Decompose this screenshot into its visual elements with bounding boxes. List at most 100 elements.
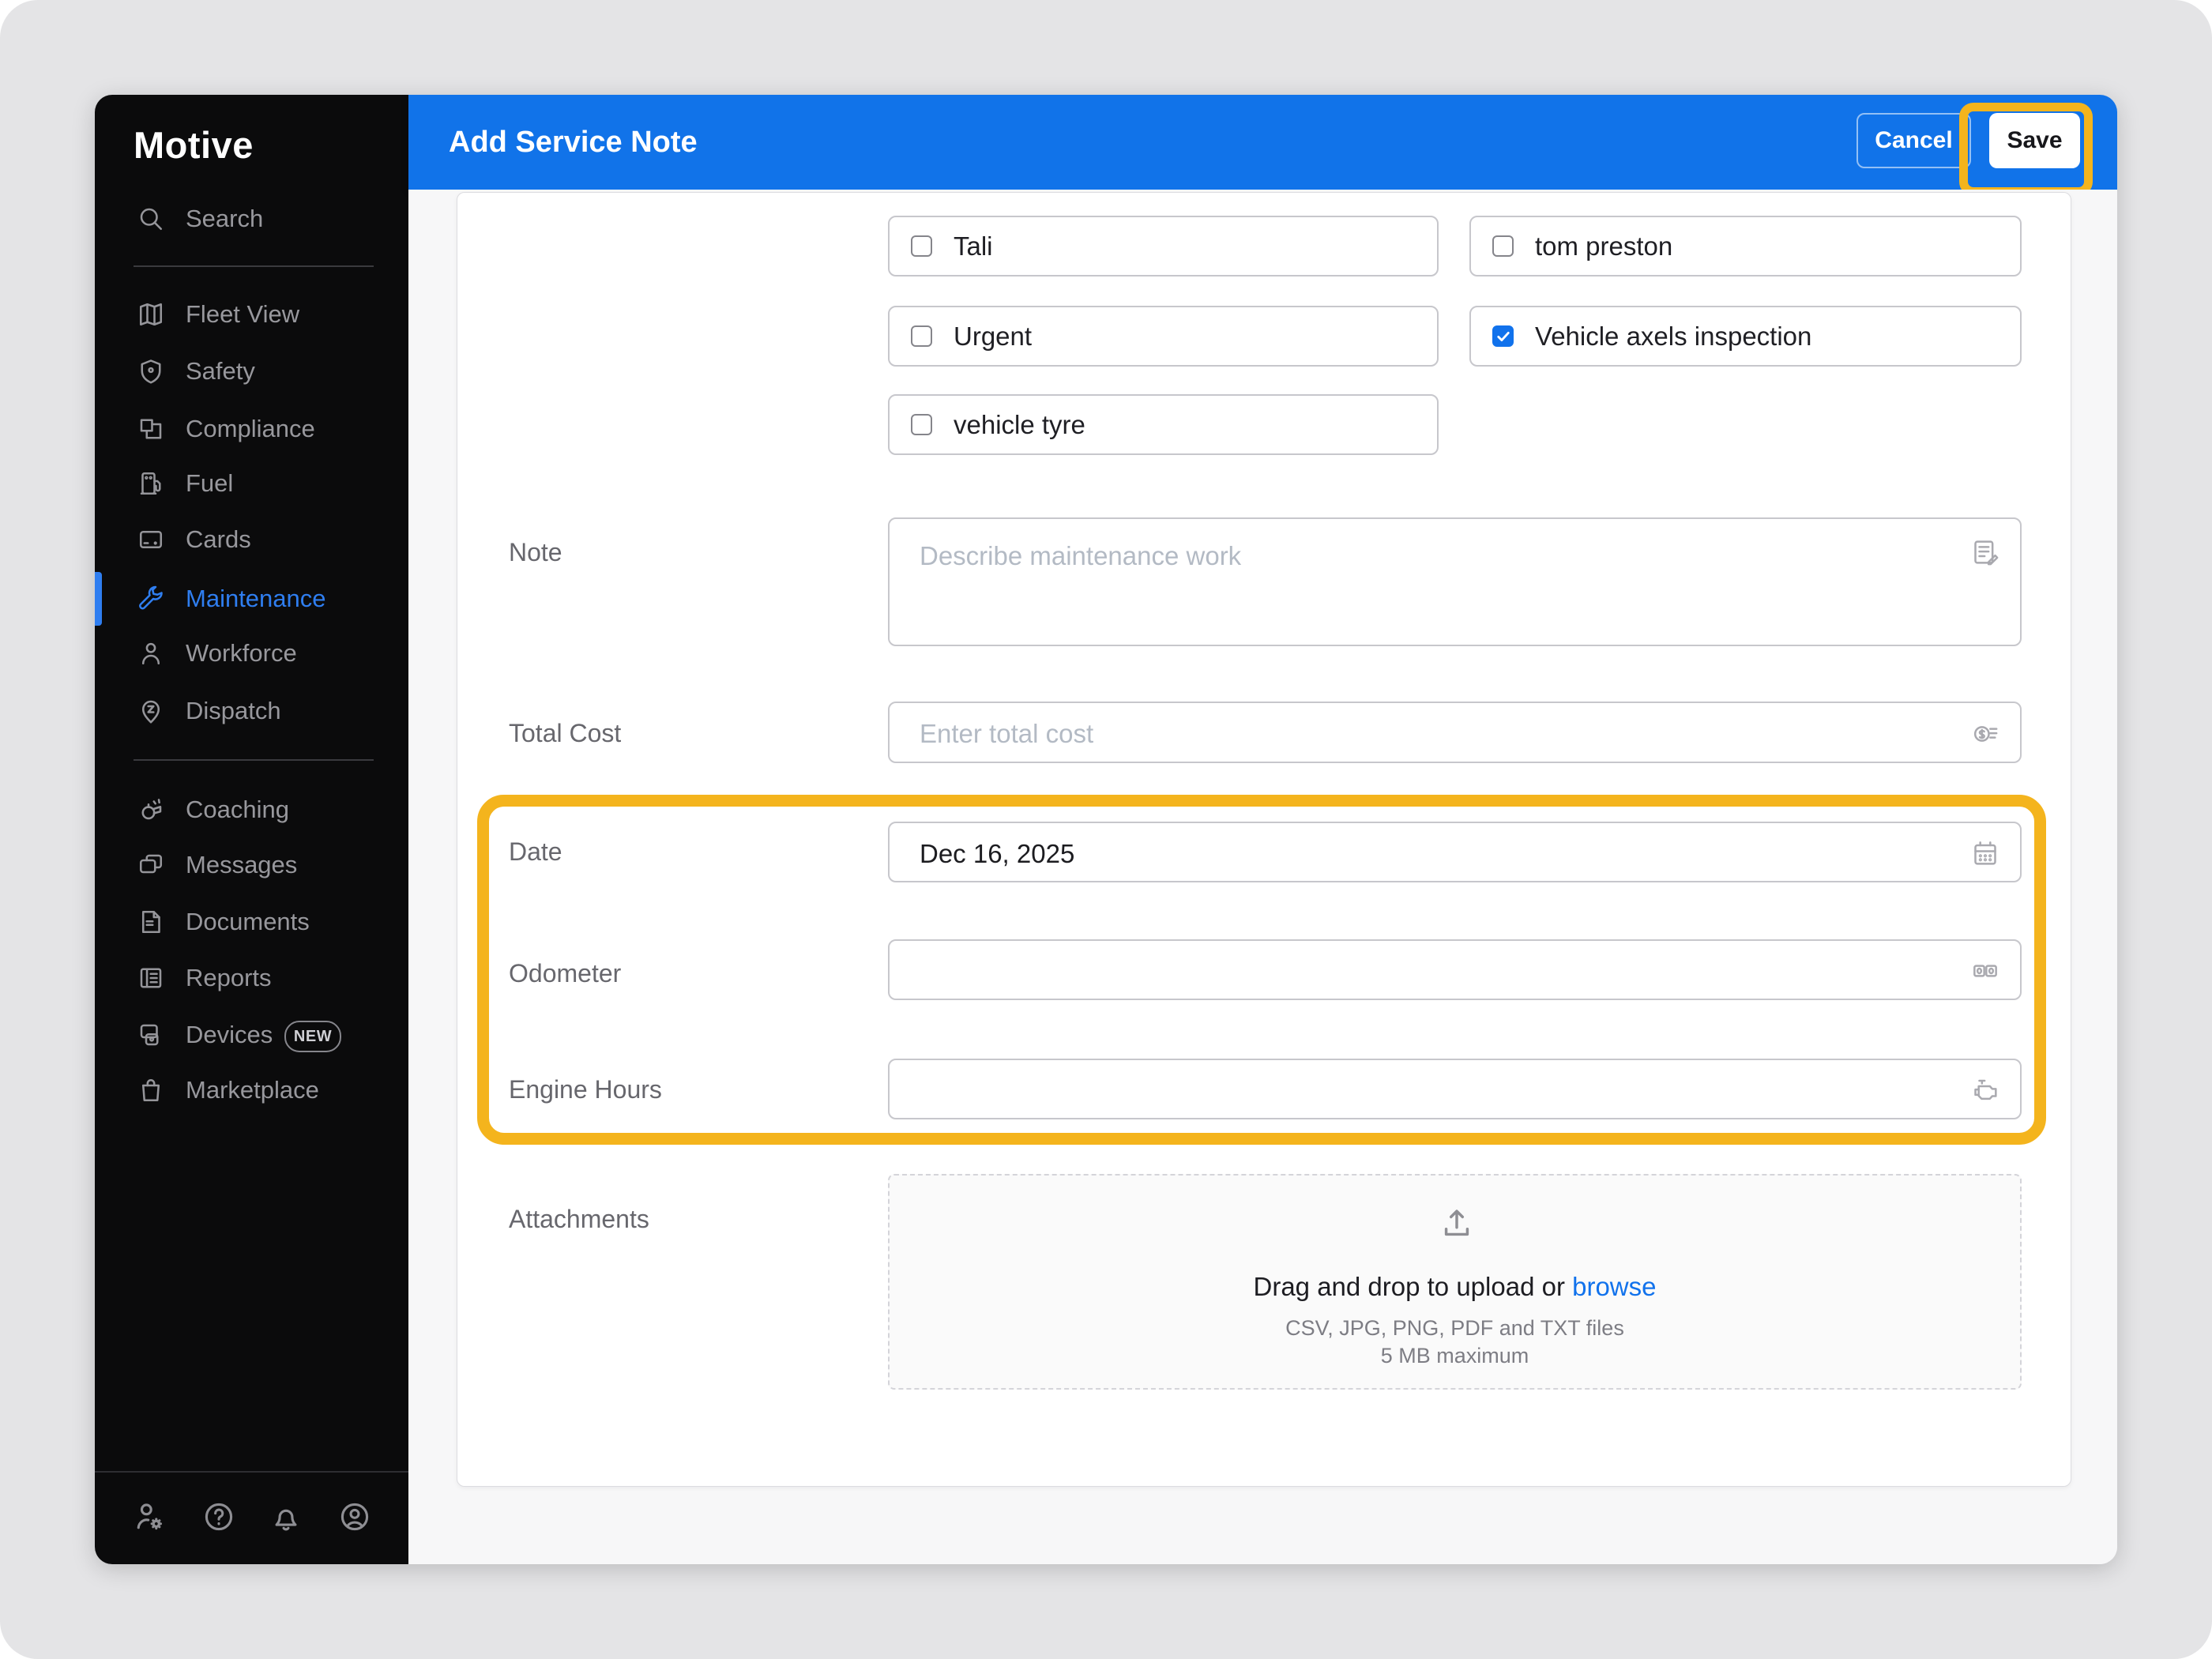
sidebar-item-label: Cards (186, 525, 251, 553)
total-cost-placeholder: Enter total cost (920, 719, 1094, 748)
sidebar-item-documents[interactable]: Documents (95, 893, 408, 950)
engine-hours-input[interactable] (888, 1059, 2022, 1119)
search-icon (140, 208, 163, 231)
sidebar-item-label: Compliance (186, 415, 315, 442)
sidebar-item-workforce[interactable]: Workforce (95, 625, 408, 682)
date-input[interactable]: Dec 16, 2025 (888, 822, 2022, 882)
drag-text: Drag and drop to upload or (1253, 1272, 1573, 1301)
checkbox-checked-icon[interactable] (1492, 325, 1514, 347)
save-button[interactable]: Save (1989, 113, 2080, 168)
dropzone-formats: CSV, JPG, PNG, PDF and TXT files (1285, 1316, 1624, 1340)
checkbox-tom-preston[interactable]: tom preston (1469, 216, 2022, 276)
new-badge: NEW (284, 1021, 341, 1052)
engine-icon (1974, 1079, 1997, 1100)
checkbox-label: vehicle tyre (954, 409, 1085, 439)
sidebar-item-coaching[interactable]: Coaching (95, 781, 408, 838)
total-cost-input[interactable]: Enter total cost (888, 702, 2022, 763)
sidebar-item-fleet-view[interactable]: Fleet View (95, 286, 408, 343)
checkbox-unchecked-icon[interactable] (911, 325, 932, 347)
checkbox-unchecked-icon[interactable] (911, 235, 932, 257)
sidebar-item-label: Fuel (186, 469, 234, 497)
dropzone-max-size: 5 MB maximum (1380, 1344, 1529, 1367)
calendar-icon[interactable] (1969, 837, 2001, 869)
sidebar-item-label: Marketplace (186, 1076, 319, 1104)
engine-hours-label: Engine Hours (509, 1075, 662, 1104)
sidebar-item-label: Search (186, 205, 264, 232)
sidebar-item-maintenance[interactable]: Maintenance (95, 570, 408, 627)
sidebar-item-label: Coaching (186, 796, 289, 823)
checkbox-vehicle-tyre[interactable]: vehicle tyre (888, 394, 1439, 455)
bell-icon[interactable] (269, 1499, 303, 1534)
note-icon (1974, 540, 1999, 566)
motive-logo: Motive (134, 124, 254, 166)
sidebar-footer-divider (95, 1471, 408, 1473)
reports-icon (140, 968, 162, 988)
messages-icon (139, 854, 163, 874)
sidebar-item-reports[interactable]: Reports (95, 950, 408, 1006)
checkbox-label: Urgent (954, 321, 1033, 351)
sidebar-item-label: Safety (186, 357, 255, 385)
sidebar-item-search[interactable]: Search (95, 190, 408, 247)
sidebar-item-messages[interactable]: Messages (95, 837, 408, 893)
page-title: Add Service Note (449, 125, 698, 159)
whistle-icon (141, 799, 162, 820)
shield-icon (141, 359, 161, 384)
upload-icon (1444, 1209, 1469, 1236)
sidebar-item-label: Maintenance (186, 585, 326, 612)
fuel-pump-icon (140, 472, 161, 495)
credit-card-icon (139, 530, 163, 549)
user-settings-icon[interactable] (132, 1499, 167, 1534)
sidebar: Motive Search Fleet View Safety Complian… (95, 95, 408, 1564)
person-icon (141, 642, 160, 665)
sidebar-item-label: Workforce (186, 639, 297, 667)
money-icon (1973, 726, 1998, 742)
sidebar-item-cards[interactable]: Cards (95, 511, 408, 568)
date-value: Dec 16, 2025 (920, 839, 1075, 868)
checkbox-unchecked-icon[interactable] (911, 414, 932, 435)
date-label: Date (509, 837, 562, 866)
note-textarea[interactable]: Describe maintenance work (888, 517, 2022, 646)
checkbox-label: Vehicle axels inspection (1535, 321, 1812, 351)
checkbox-unchecked-icon[interactable] (1492, 235, 1514, 257)
odometer-input[interactable] (888, 939, 2022, 1000)
sidebar-item-label: Messages (186, 851, 298, 878)
sidebar-item-dispatch[interactable]: Dispatch (95, 683, 408, 739)
wrench-icon (139, 585, 163, 610)
odometer-icon (1973, 965, 1997, 977)
sidebar-divider (134, 265, 374, 267)
screen-canvas: Motive Search Fleet View Safety Complian… (0, 0, 2212, 1659)
sidebar-item-label: Fleet View (186, 300, 300, 328)
odometer-label: Odometer (509, 959, 622, 988)
main-content: Tali tom preston Urgent Vehicle axels in… (408, 190, 2117, 1564)
document-icon (141, 910, 160, 934)
attachments-label: Attachments (509, 1205, 649, 1233)
checkbox-tali[interactable]: Tali (888, 216, 1439, 276)
sidebar-item-marketplace[interactable]: Marketplace (95, 1062, 408, 1119)
dispatch-pin-icon (141, 700, 160, 724)
sidebar-item-label: Devices (186, 1021, 273, 1048)
app-window: Motive Search Fleet View Safety Complian… (95, 95, 2117, 1564)
checkbox-label: Tali (954, 231, 993, 261)
checkbox-vehicle-axels-inspection[interactable]: Vehicle axels inspection (1469, 306, 2022, 367)
help-icon[interactable] (201, 1499, 236, 1534)
sidebar-item-safety[interactable]: Safety (95, 343, 408, 400)
sidebar-item-compliance[interactable]: Compliance (95, 401, 408, 457)
service-note-form: Tali tom preston Urgent Vehicle axels in… (457, 192, 2071, 1487)
top-bar: Add Service Note Cancel Save (408, 95, 2117, 196)
shopping-bag-icon (141, 1078, 160, 1102)
cancel-button[interactable]: Cancel (1856, 113, 1971, 168)
profile-icon[interactable] (337, 1499, 372, 1534)
note-label: Note (509, 538, 562, 566)
checkbox-urgent[interactable]: Urgent (888, 306, 1439, 367)
sidebar-item-devices[interactable]: Devices (95, 1006, 408, 1063)
sidebar-item-fuel[interactable]: Fuel (95, 455, 408, 512)
map-icon (139, 303, 163, 326)
attachments-dropzone[interactable]: Drag and drop to upload or browse CSV, J… (888, 1174, 2022, 1390)
note-placeholder: Describe maintenance work (920, 541, 1242, 570)
sidebar-divider (134, 759, 374, 761)
browse-link[interactable]: browse (1572, 1272, 1656, 1301)
sidebar-item-label: Documents (186, 908, 310, 935)
checkbox-label: tom preston (1535, 231, 1673, 261)
sidebar-item-label: Reports (186, 964, 272, 991)
devices-icon (140, 1024, 159, 1046)
